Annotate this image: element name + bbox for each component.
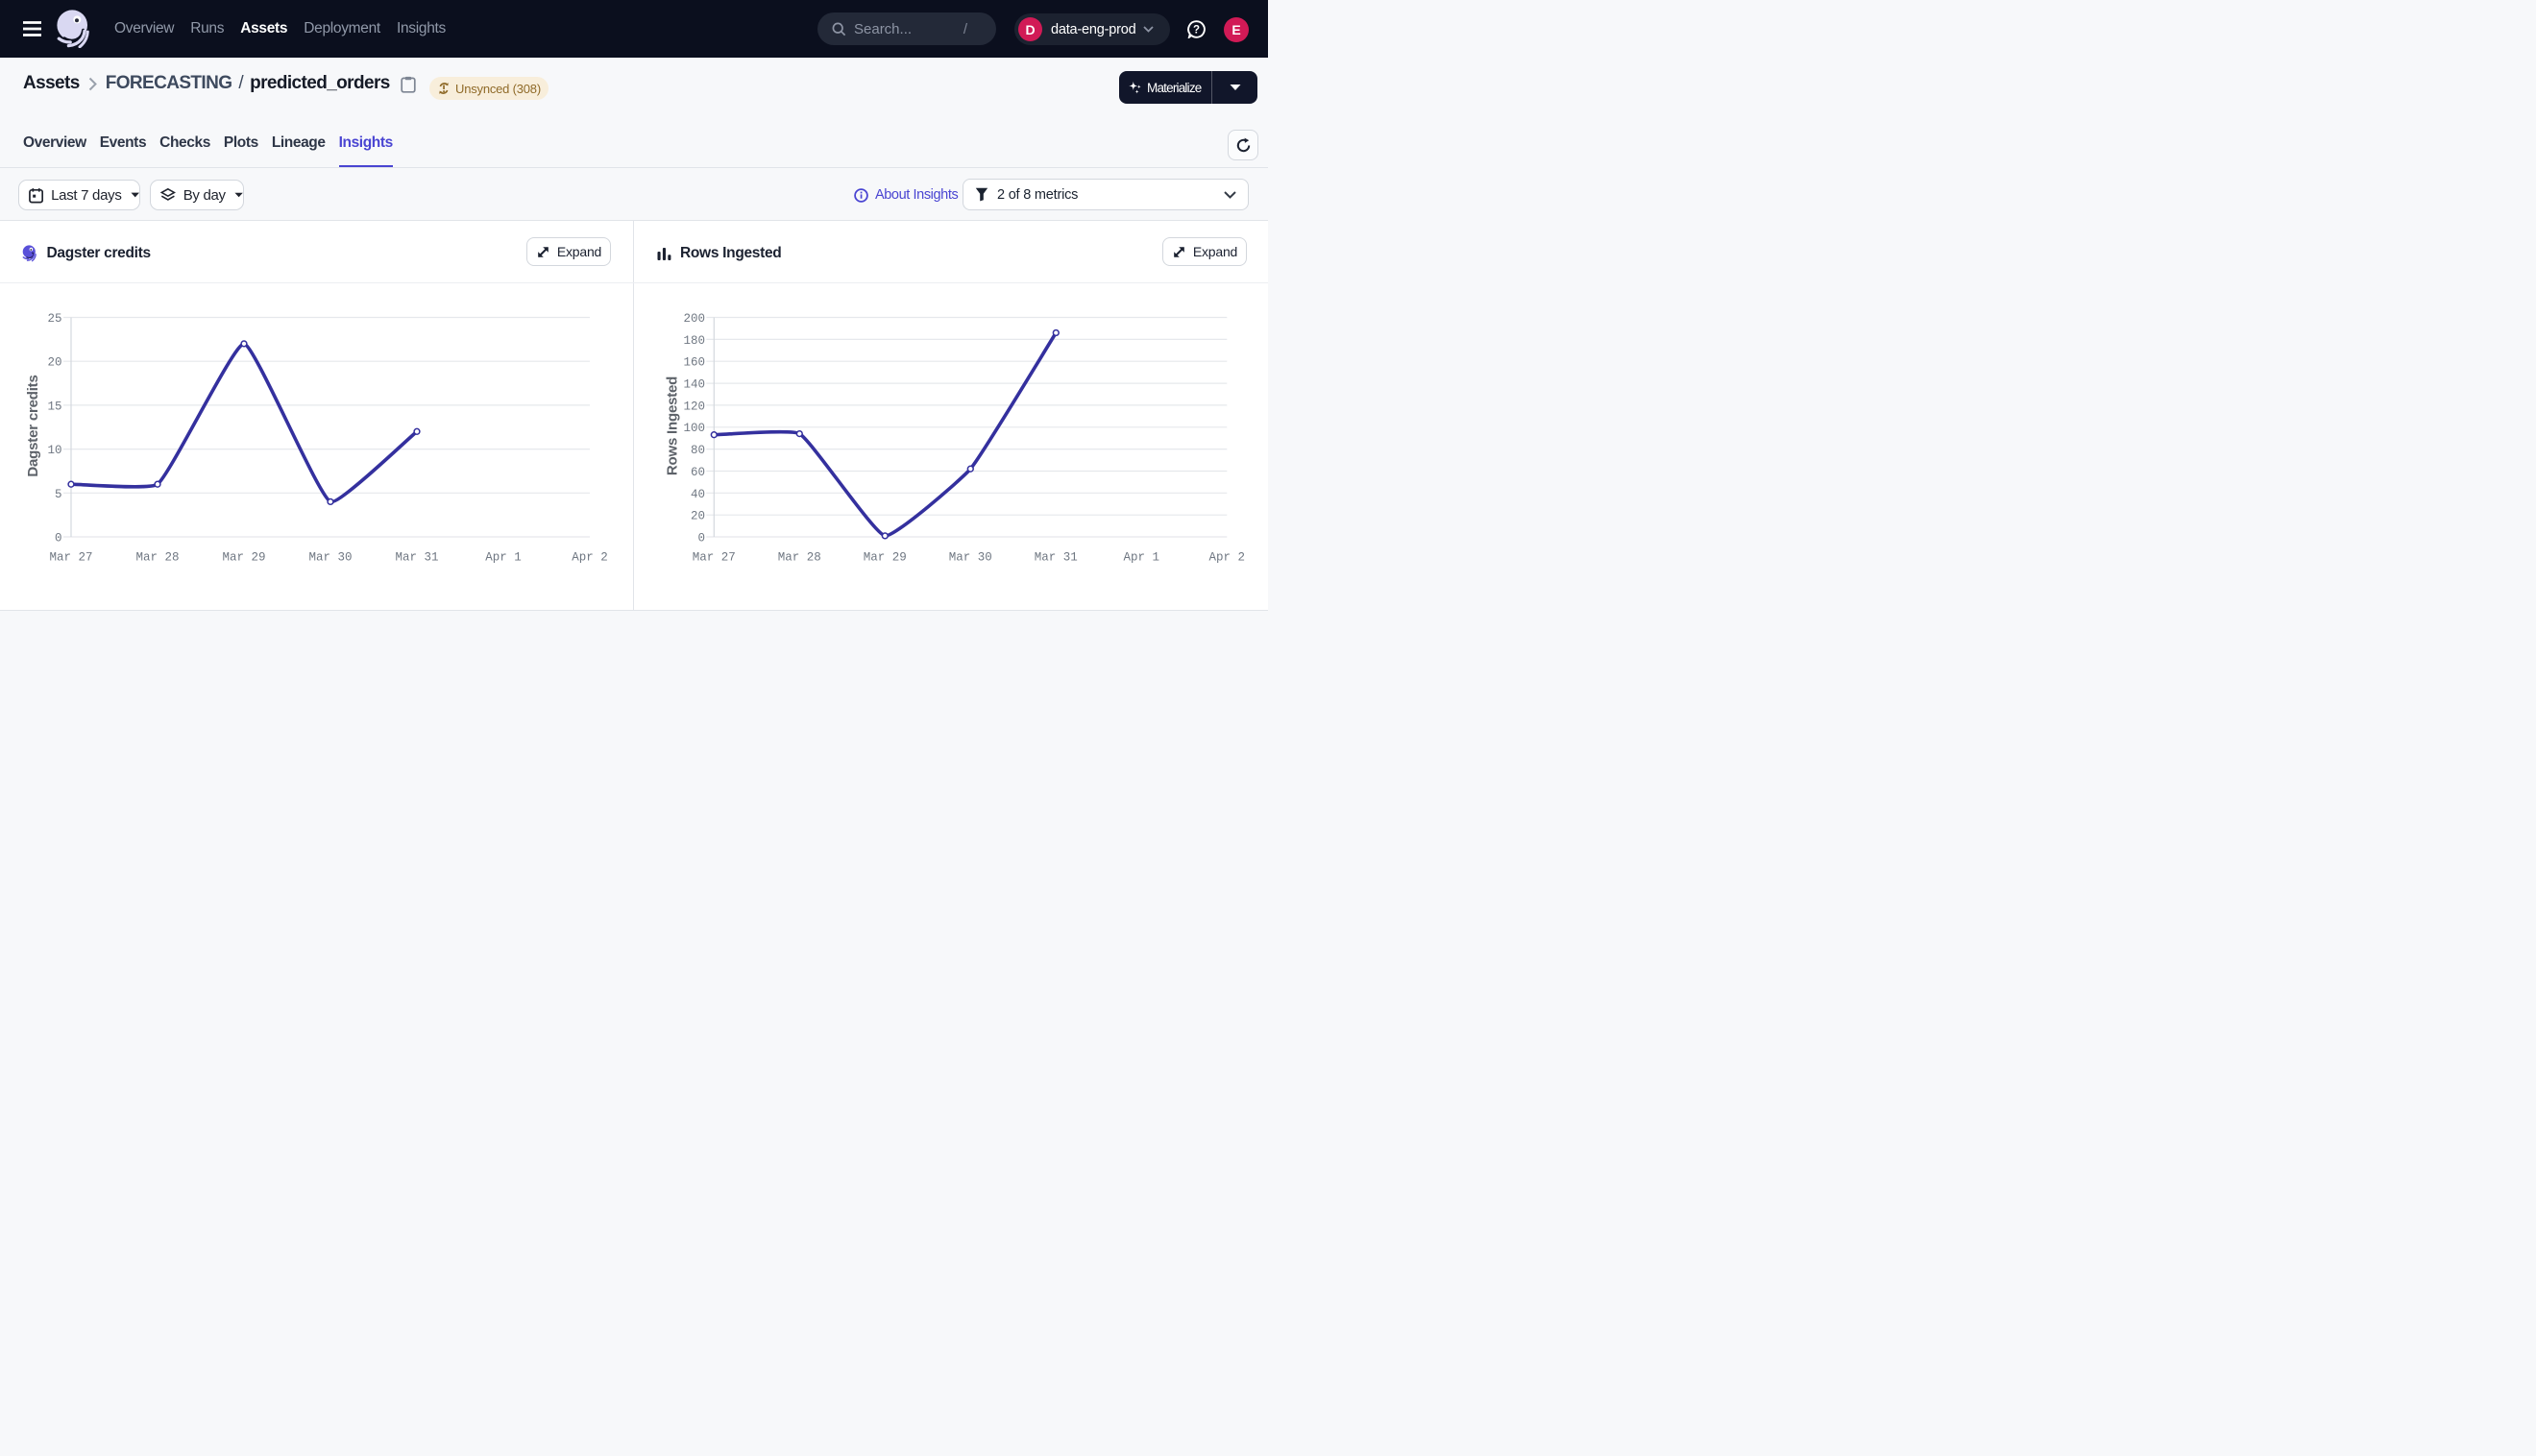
svg-text:Mar 30: Mar 30: [949, 551, 992, 565]
svg-text:0: 0: [697, 532, 705, 546]
svg-text:Mar 31: Mar 31: [1035, 551, 1078, 565]
svg-text:Mar 28: Mar 28: [135, 551, 179, 565]
svg-text:Apr 1: Apr 1: [485, 551, 522, 565]
svg-text:Mar 27: Mar 27: [693, 551, 736, 565]
svg-text:Apr 2: Apr 2: [572, 551, 608, 565]
svg-text:Apr 1: Apr 1: [1124, 551, 1160, 565]
svg-text:Mar 31: Mar 31: [395, 551, 438, 565]
svg-text:0: 0: [55, 532, 62, 546]
svg-text:20: 20: [47, 356, 61, 370]
svg-text:60: 60: [691, 466, 705, 479]
svg-text:Mar 30: Mar 30: [308, 551, 352, 565]
svg-text:Mar 29: Mar 29: [864, 551, 907, 565]
svg-text:25: 25: [47, 312, 61, 326]
svg-text:100: 100: [683, 422, 705, 435]
svg-text:Apr 2: Apr 2: [1209, 551, 1246, 565]
svg-text:40: 40: [691, 488, 705, 501]
svg-text:180: 180: [683, 334, 705, 348]
svg-text:Mar 28: Mar 28: [778, 551, 821, 565]
svg-text:?: ?: [1193, 24, 1200, 36]
svg-text:120: 120: [683, 400, 705, 413]
svg-text:Mar 29: Mar 29: [222, 551, 265, 565]
svg-text:20: 20: [691, 510, 705, 523]
svg-text:Mar 27: Mar 27: [49, 551, 92, 565]
svg-text:10: 10: [47, 444, 61, 457]
svg-text:160: 160: [683, 356, 705, 370]
svg-text:80: 80: [691, 444, 705, 457]
svg-text:Dagster credits: Dagster credits: [25, 375, 41, 476]
svg-text:140: 140: [683, 378, 705, 392]
svg-text:5: 5: [55, 488, 62, 501]
svg-text:200: 200: [683, 312, 705, 326]
svg-text:15: 15: [47, 400, 61, 413]
svg-text:Rows Ingested: Rows Ingested: [665, 376, 681, 475]
